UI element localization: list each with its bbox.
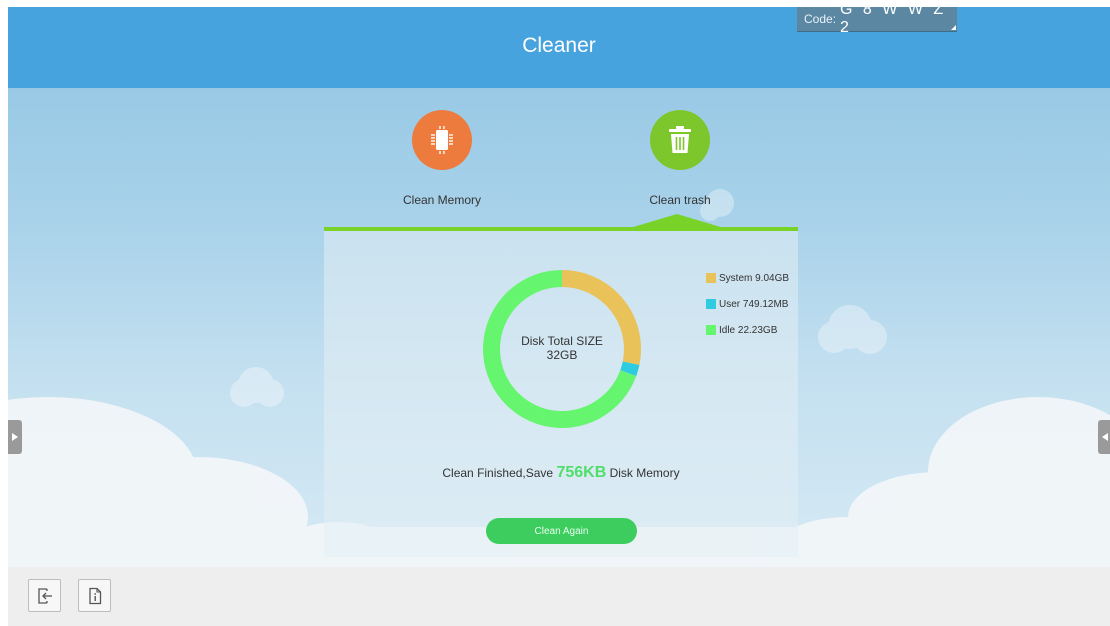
- clean-again-button[interactable]: Clean Again: [486, 518, 637, 544]
- exit-icon: [37, 587, 52, 604]
- code-label: Code:: [804, 12, 837, 26]
- cleaner-screen: Cleaner Code: G 8 W W Z 2 Clean Memory C…: [8, 7, 1110, 626]
- exit-button[interactable]: [28, 579, 61, 612]
- page-title: Cleaner: [522, 34, 596, 57]
- clean-trash-button[interactable]: Clean trash: [610, 110, 750, 207]
- info-button[interactable]: [78, 579, 111, 612]
- disk-total-label: Disk Total SIZE: [521, 334, 603, 348]
- trash-icon: [650, 110, 710, 170]
- legend-label-user: User 749.12MB: [719, 298, 789, 310]
- legend-item-user: User 749.12MB: [706, 297, 789, 311]
- status-suffix: Disk Memory: [606, 466, 680, 480]
- chart-legend: System 9.04GB User 749.12MB Idle 22.23GB: [706, 271, 789, 349]
- legend-label-idle: Idle 22.23GB: [719, 324, 778, 336]
- code-badge: Code: G 8 W W Z 2: [797, 7, 957, 36]
- clean-memory-label: Clean Memory: [402, 193, 482, 207]
- panel-accent-line: [324, 227, 798, 231]
- status-prefix: Clean Finished,Save: [442, 466, 557, 480]
- saved-amount: 756KB: [556, 464, 607, 481]
- legend-swatch-user: [706, 299, 716, 309]
- right-panel-toggle[interactable]: [1098, 420, 1110, 454]
- disk-total-text: Disk Total SIZE 32GB: [482, 334, 642, 362]
- legend-swatch-system: [706, 273, 716, 283]
- legend-item-system: System 9.04GB: [706, 271, 789, 285]
- clean-trash-label: Clean trash: [649, 193, 711, 207]
- resize-corner-icon: [951, 25, 956, 30]
- chevron-left-icon: [1102, 433, 1108, 441]
- app-header: Cleaner Code: G 8 W W Z 2: [8, 7, 1110, 88]
- legend-swatch-idle: [706, 325, 716, 335]
- clean-status-message: Clean Finished,Save 756KB Disk Memory: [324, 464, 798, 482]
- active-tab-pointer: [630, 214, 724, 228]
- info-icon: [88, 587, 101, 604]
- disk-total-value: 32GB: [546, 348, 578, 362]
- legend-item-idle: Idle 22.23GB: [706, 323, 789, 337]
- legend-label-system: System 9.04GB: [719, 272, 790, 284]
- code-value: G 8 W W Z 2: [840, 7, 947, 36]
- left-panel-toggle[interactable]: [8, 420, 22, 454]
- chevron-right-icon: [12, 433, 18, 441]
- clean-memory-button[interactable]: Clean Memory: [372, 110, 512, 207]
- bottom-toolbar: [8, 567, 1110, 626]
- chip-icon: [412, 110, 472, 170]
